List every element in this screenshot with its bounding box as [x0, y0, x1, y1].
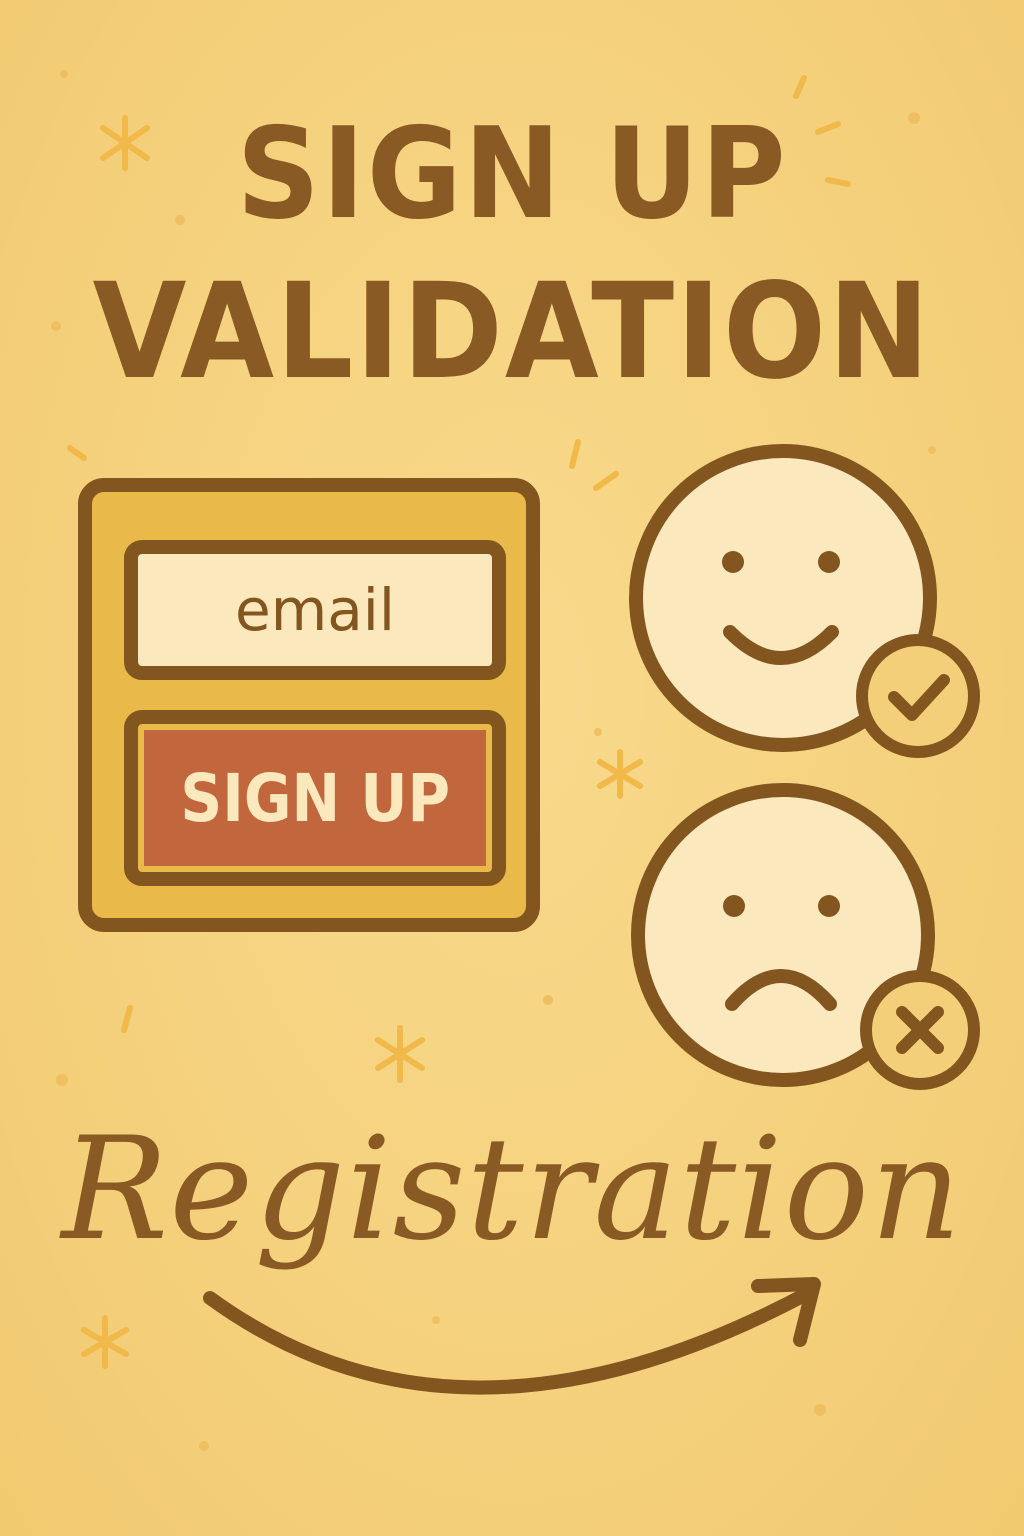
dot-mark	[199, 1441, 209, 1451]
dot-mark	[60, 70, 68, 78]
x-icon	[860, 970, 980, 1090]
arrow-icon	[203, 1277, 821, 1395]
registration-heading: Registration	[61, 1107, 963, 1272]
signup-button[interactable]: SIGN UP	[124, 710, 506, 886]
title-line-2: VALIDATION	[92, 255, 932, 409]
sparkle-icon	[375, 1025, 425, 1083]
email-field[interactable]	[124, 540, 506, 680]
sparkle-icon	[81, 1315, 129, 1369]
dot-mark	[594, 728, 602, 736]
check-icon	[856, 634, 980, 758]
dash-mark	[569, 439, 581, 469]
dash-mark	[793, 75, 807, 99]
dot-mark	[56, 1074, 68, 1086]
dash-mark	[593, 471, 619, 491]
happy-face-group	[629, 444, 980, 758]
signup-button-label: SIGN UP	[180, 759, 450, 837]
title-line-1: SIGN UP	[236, 100, 788, 247]
dash-mark	[121, 1005, 133, 1033]
sad-face-group	[631, 783, 980, 1090]
poster-background: SIGN UP VALIDATION SIGN UP Registration	[0, 0, 1024, 1536]
dash-mark	[67, 445, 87, 461]
dot-mark	[543, 995, 553, 1005]
